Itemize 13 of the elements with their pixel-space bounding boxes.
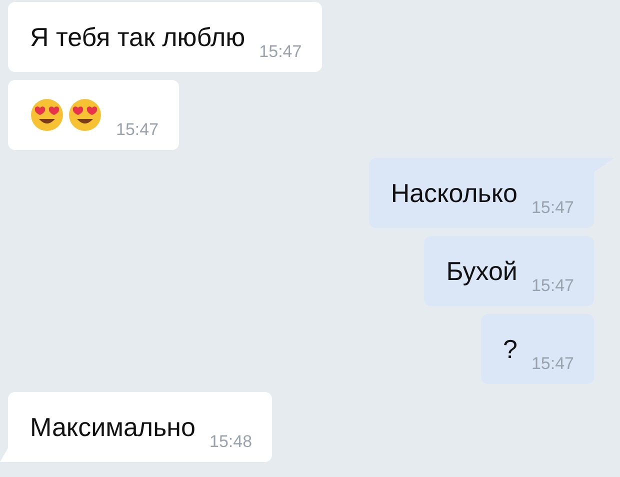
message-time: 15:47 bbox=[531, 277, 574, 294]
message-text: Насколько bbox=[390, 180, 518, 206]
message-time: 15:48 bbox=[209, 433, 252, 450]
message-text: ? bbox=[502, 336, 518, 362]
message-text: Я тебя так люблю bbox=[30, 24, 246, 50]
heart-eyes-emoji-icon bbox=[30, 98, 64, 132]
message-time: 15:47 bbox=[531, 199, 574, 216]
message-time: 15:47 bbox=[259, 43, 302, 60]
heart-eyes-emoji-icon bbox=[68, 98, 102, 132]
message-text: Максимально bbox=[30, 414, 196, 440]
message-text: Бухой bbox=[446, 258, 518, 284]
message-time: 15:47 bbox=[531, 355, 574, 372]
message-time: 15:47 bbox=[116, 121, 159, 138]
